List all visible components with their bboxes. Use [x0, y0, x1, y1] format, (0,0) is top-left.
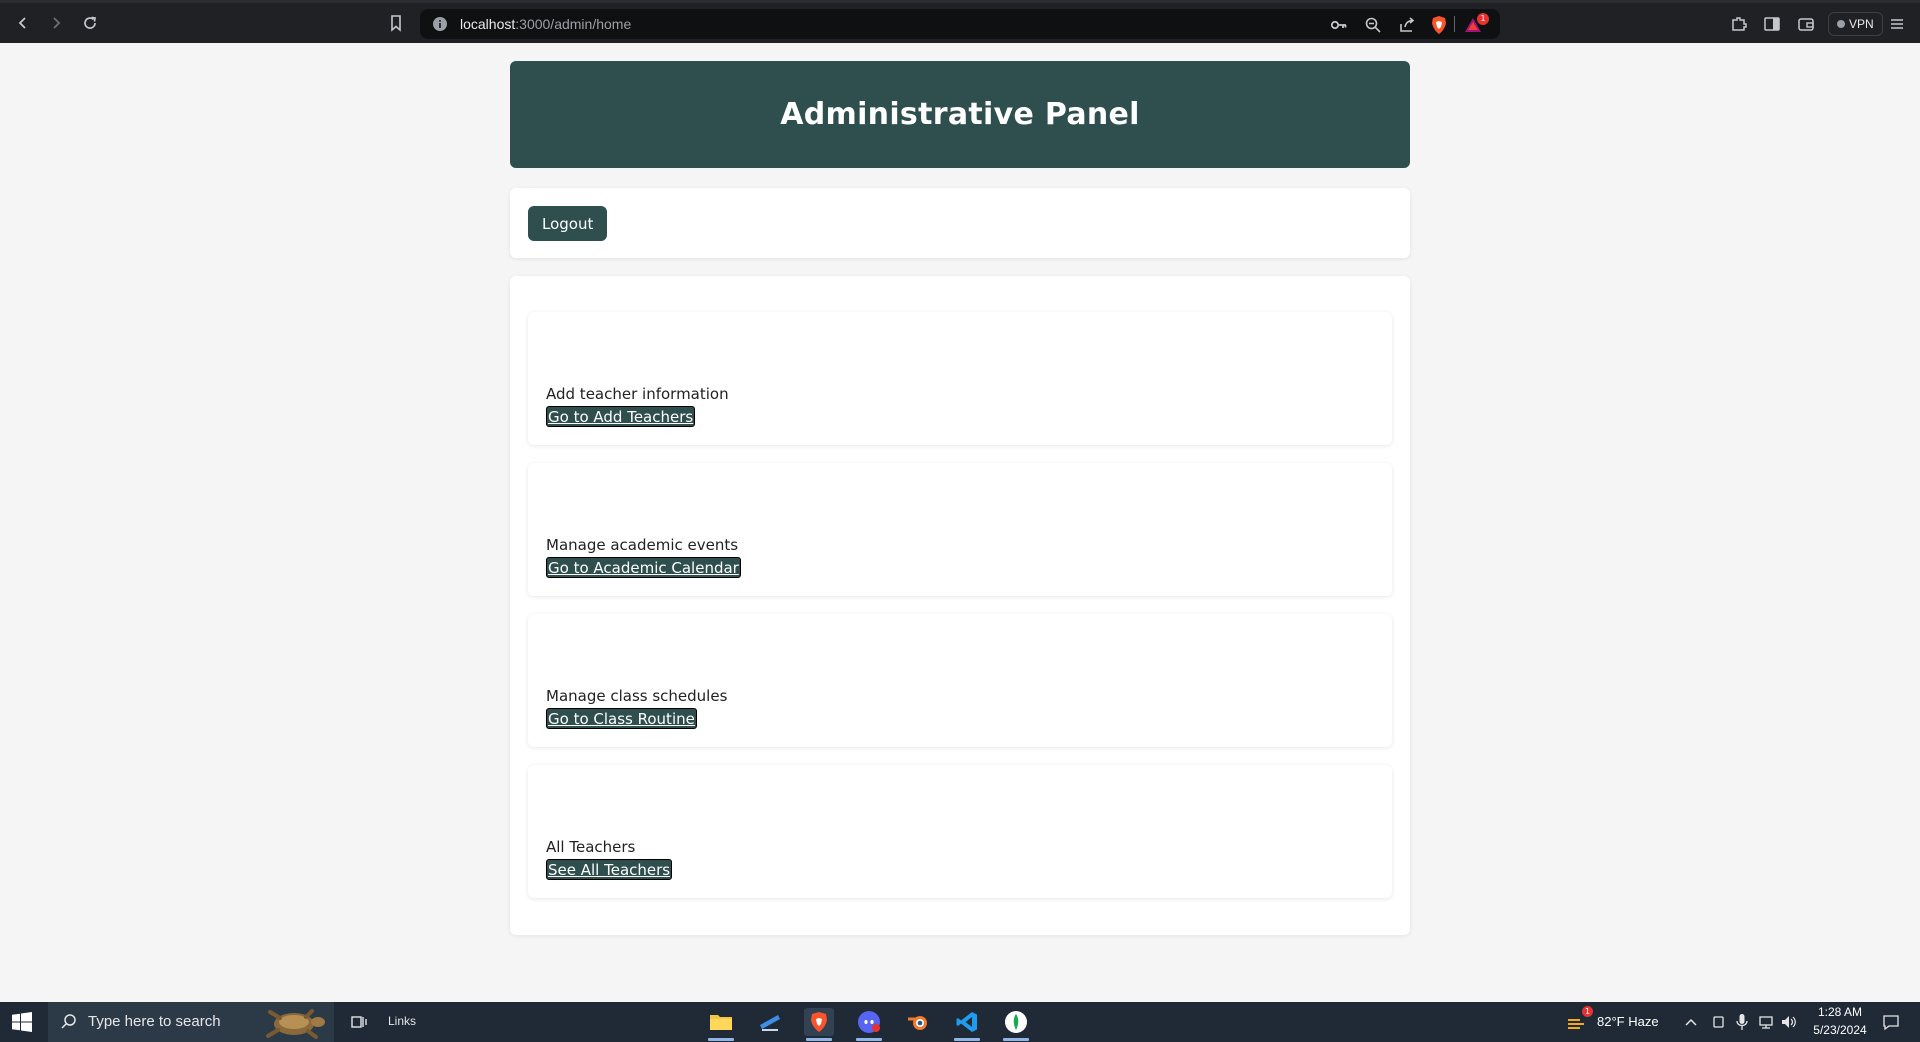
remote-desktop-icon[interactable] — [755, 1008, 785, 1036]
page-title: Administrative Panel — [780, 97, 1140, 132]
logout-button[interactable]: Logout — [528, 206, 608, 241]
site-info-icon[interactable] — [432, 16, 448, 32]
url-text: localhost:3000/admin/home — [460, 16, 632, 32]
weather-text[interactable]: 82°F Haze — [1597, 1014, 1659, 1029]
taskbar-search[interactable]: Type here to search — [48, 1002, 334, 1042]
extensions-icon[interactable] — [1728, 13, 1750, 35]
add-teachers-button[interactable]: Go to Add Teachers — [546, 406, 696, 427]
turtle-illustration-icon — [260, 1006, 328, 1040]
blender-icon[interactable] — [903, 1008, 933, 1036]
page-body: Administrative Panel Logout Add teacher … — [0, 43, 1920, 1002]
links-toolbar[interactable]: Links — [388, 1014, 416, 1028]
back-icon[interactable] — [12, 12, 34, 34]
feature-card-class-routine: Manage class schedules Go to Class Routi… — [528, 614, 1392, 747]
windows-start-icon[interactable] — [12, 1012, 32, 1032]
vpn-status-icon — [1837, 20, 1845, 28]
file-explorer-icon[interactable] — [706, 1008, 736, 1041]
share-icon[interactable] — [1396, 14, 1418, 36]
taskbar: Type here to search Links 1 82°F Haze 1:… — [0, 1002, 1920, 1042]
microphone-icon[interactable] — [1732, 1008, 1752, 1036]
all-teachers-button[interactable]: See All Teachers — [546, 859, 673, 880]
chevron-up-icon[interactable] — [1680, 1008, 1702, 1036]
discord-icon[interactable] — [854, 1008, 884, 1041]
sidebar-icon[interactable] — [1761, 13, 1783, 35]
reload-icon[interactable] — [79, 12, 101, 34]
urlbar-divider — [1454, 16, 1455, 32]
browser-toolbar: localhost:3000/admin/home 1 VPN — [0, 0, 1920, 43]
search-placeholder: Type here to search — [88, 1013, 221, 1030]
notifications-icon[interactable] — [1880, 1008, 1902, 1036]
volume-icon[interactable] — [1779, 1008, 1799, 1036]
wallet-icon[interactable] — [1795, 13, 1817, 35]
brave-rewards-icon[interactable]: 1 — [1462, 13, 1489, 36]
class-routine-button[interactable]: Go to Class Routine — [546, 708, 697, 729]
mongodb-compass-icon[interactable] — [1001, 1008, 1031, 1041]
vpn-button[interactable]: VPN — [1828, 12, 1883, 36]
vpn-label: VPN — [1849, 17, 1874, 31]
feature-card-all-teachers: All Teachers See All Teachers — [528, 765, 1392, 898]
logout-card: Logout — [510, 188, 1410, 258]
feature-description: Manage academic events — [546, 536, 739, 554]
feature-card-add-teachers: Add teacher information Go to Add Teache… — [528, 312, 1392, 445]
bookmark-icon[interactable] — [386, 13, 406, 33]
meet-now-icon[interactable] — [1709, 1008, 1729, 1036]
page-header: Administrative Panel — [510, 61, 1410, 168]
address-bar[interactable]: localhost:3000/admin/home 1 — [420, 9, 1500, 39]
brave-shield-icon[interactable] — [1428, 14, 1450, 36]
academic-calendar-button[interactable]: Go to Academic Calendar — [546, 557, 741, 578]
key-icon[interactable] — [1328, 14, 1350, 36]
network-icon[interactable] — [1756, 1008, 1776, 1036]
feature-card-academic-calendar: Manage academic events Go to Academic Ca… — [528, 463, 1392, 596]
vscode-icon[interactable] — [952, 1008, 982, 1041]
menu-icon[interactable] — [1886, 13, 1908, 35]
brave-browser-icon[interactable] — [804, 1008, 834, 1041]
search-icon — [60, 1013, 78, 1031]
feature-description: All Teachers — [546, 838, 636, 856]
rewards-badge: 1 — [1477, 13, 1489, 25]
clock-date[interactable]: 5/23/2024 — [1806, 1023, 1874, 1037]
weather-icon[interactable]: 1 — [1562, 1006, 1593, 1036]
task-view-icon[interactable] — [344, 1008, 374, 1036]
feature-description: Add teacher information — [546, 385, 729, 403]
weather-badge: 1 — [1582, 1006, 1593, 1017]
feature-description: Manage class schedules — [546, 687, 728, 705]
forward-icon[interactable] — [45, 12, 67, 34]
zoom-icon[interactable] — [1362, 14, 1384, 36]
feature-list: Add teacher information Go to Add Teache… — [510, 276, 1410, 935]
clock-time[interactable]: 1:28 AM — [1811, 1005, 1869, 1019]
